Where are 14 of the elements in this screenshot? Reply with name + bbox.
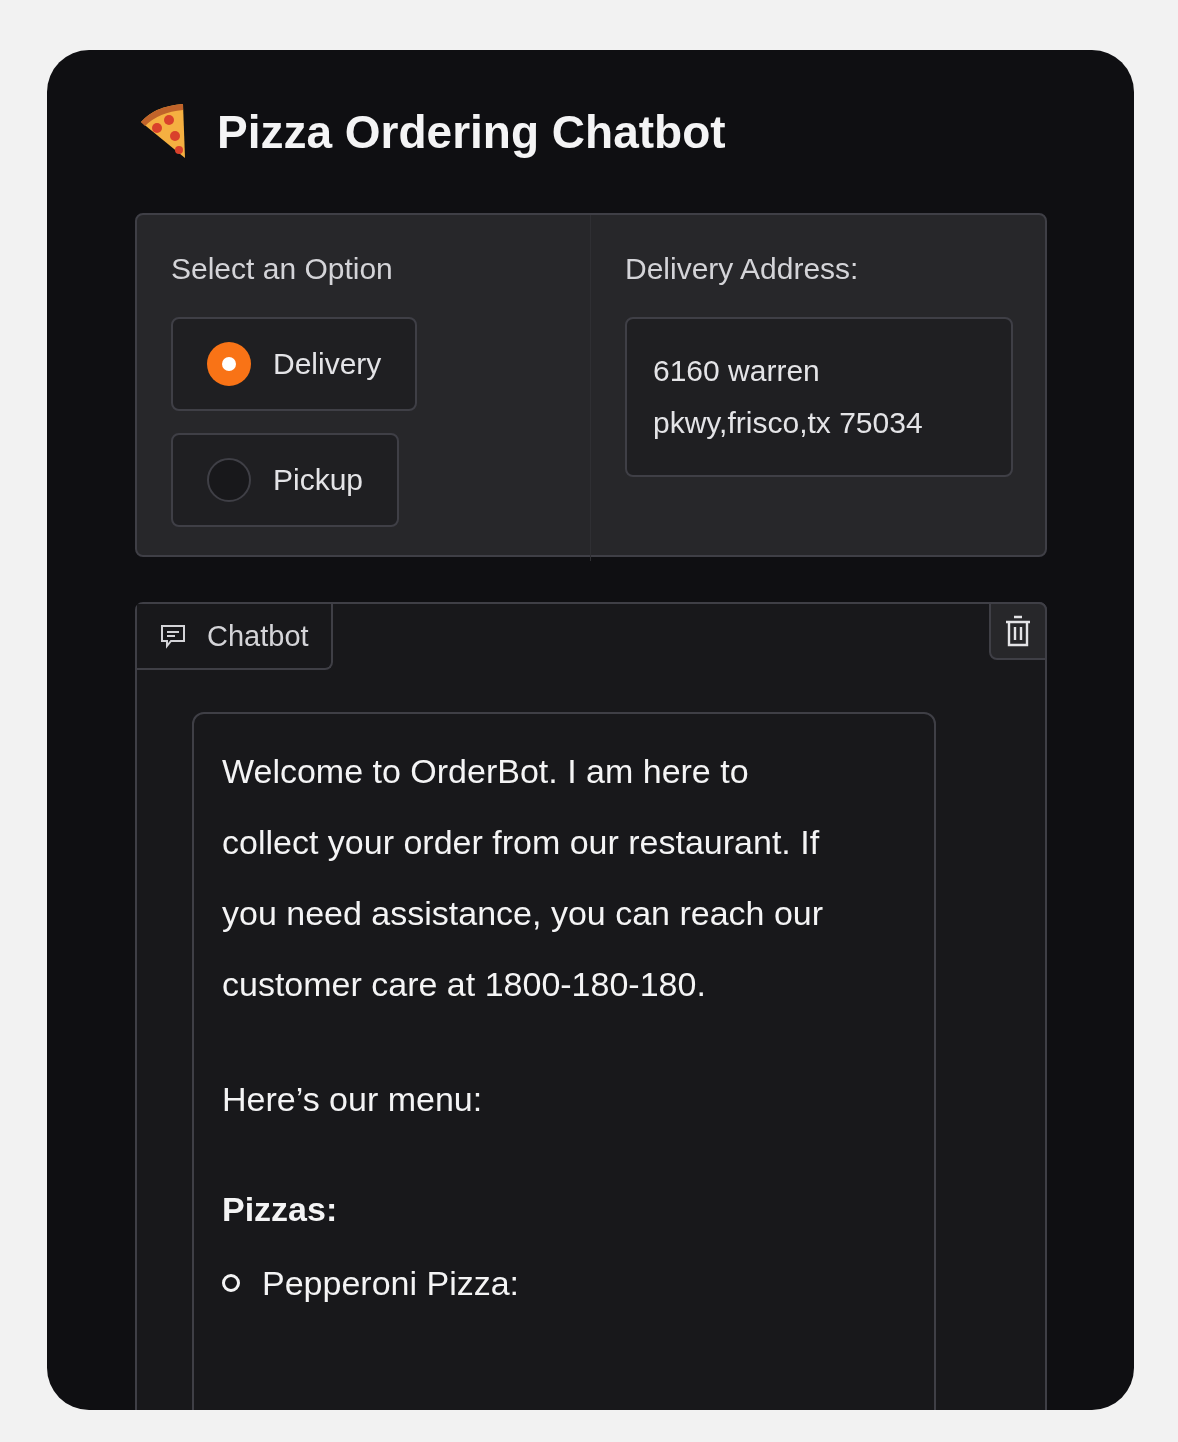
address-label: Delivery Address:: [625, 251, 859, 287]
app-title: Pizza Ordering Chatbot: [217, 105, 726, 159]
message-text: Welcome to OrderBot. I am here to collect your order from our restaurant. If you need assistance, you can reach our customer care at 1800-180-180.: [222, 751, 825, 1005]
chatbot-tab[interactable]: Chatbot: [137, 604, 333, 670]
delete-button[interactable]: [989, 602, 1047, 660]
message-text: Here’s our menu:: [222, 1079, 484, 1120]
radio-option[interactable]: Delivery: [171, 317, 418, 411]
radio-option[interactable]: Pickup: [171, 433, 400, 527]
chat-bubble-icon: [159, 623, 187, 649]
option-label: Select an Option: [171, 251, 393, 287]
section-heading: Pizzas:: [222, 1189, 339, 1230]
bullet-icon: [222, 1274, 240, 1292]
trash-icon: [1004, 615, 1032, 647]
address-field[interactable]: 6160 warren pkwy,frisco,tx 75034: [625, 317, 1013, 477]
